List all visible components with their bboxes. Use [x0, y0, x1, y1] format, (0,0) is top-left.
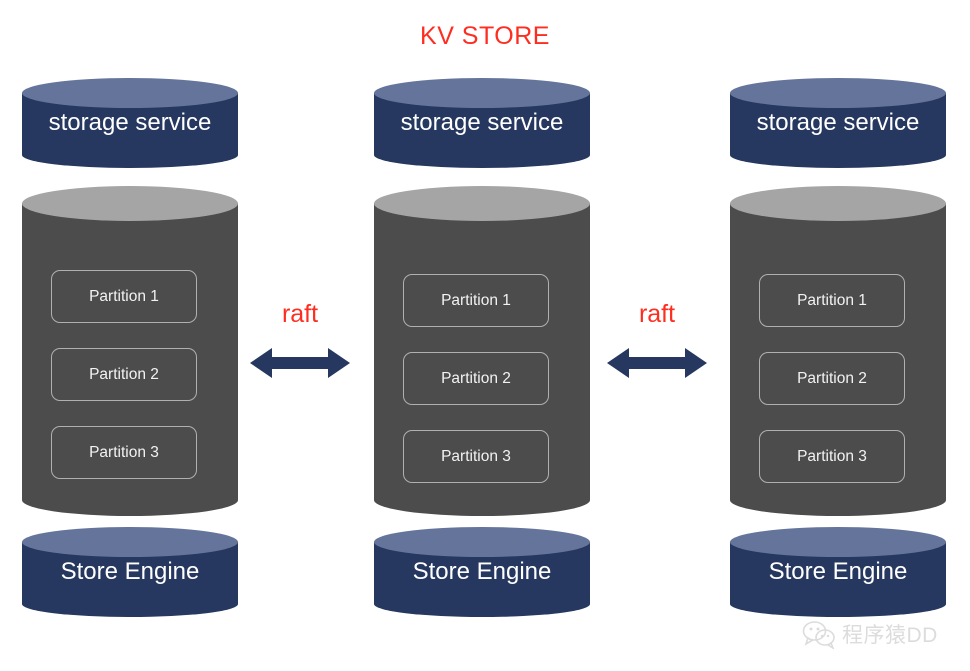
partition-list-1: Partition 1 Partition 2 Partition 3	[51, 270, 197, 479]
store-engine-label-2: Store Engine	[412, 558, 552, 585]
diagram-canvas: KV STORE storage service Partition 1 Par…	[0, 0, 970, 671]
partition-box[interactable]: Partition 2	[403, 352, 549, 405]
partition-box[interactable]: Partition 2	[759, 352, 905, 405]
store-engine-label-3: Store Engine	[768, 558, 908, 585]
storage-service-cylinder-2: storage service	[374, 78, 590, 168]
gray-cylinder-top-ellipse	[730, 186, 946, 221]
partition-box[interactable]: Partition 2	[51, 348, 197, 401]
partition-cylinder-3: Partition 1 Partition 2 Partition 3	[730, 186, 946, 516]
partition-box[interactable]: Partition 3	[51, 426, 197, 479]
store-engine-cylinder-3: Store Engine	[730, 527, 946, 617]
double-headed-arrow-icon	[607, 348, 707, 378]
partition-box[interactable]: Partition 1	[403, 274, 549, 327]
storage-service-cylinder-3: storage service	[730, 78, 946, 168]
watermark: 程序猿DD	[802, 613, 962, 655]
partition-list-3: Partition 1 Partition 2 Partition 3	[759, 274, 905, 483]
node-column-2: storage service Partition 1 Partition 2 …	[374, 0, 590, 671]
store-engine-label-1: Store Engine	[60, 558, 200, 585]
storage-service-label-2: storage service	[400, 109, 564, 136]
raft-connector-2: raft	[597, 300, 717, 390]
partition-cylinder-2: Partition 1 Partition 2 Partition 3	[374, 186, 590, 516]
watermark-text: 程序猿DD	[842, 624, 938, 647]
node-column-3: storage service Partition 1 Partition 2 …	[730, 0, 946, 671]
raft-connector-1: raft	[240, 300, 360, 390]
store-engine-cylinder-1: Store Engine	[22, 527, 238, 617]
partition-box[interactable]: Partition 1	[759, 274, 905, 327]
partition-cylinder-1: Partition 1 Partition 2 Partition 3	[22, 186, 238, 516]
storage-service-label-3: storage service	[756, 109, 920, 136]
wechat-icon	[802, 621, 835, 649]
double-headed-arrow-icon	[250, 348, 350, 378]
gray-cylinder-top-ellipse	[22, 186, 238, 221]
node-column-1: storage service Partition 1 Partition 2 …	[22, 0, 238, 671]
partition-list-2: Partition 1 Partition 2 Partition 3	[403, 274, 549, 483]
partition-box[interactable]: Partition 1	[51, 270, 197, 323]
raft-label-2: raft	[638, 300, 676, 328]
raft-label-1: raft	[281, 300, 319, 328]
partition-box[interactable]: Partition 3	[403, 430, 549, 483]
storage-service-label-1: storage service	[48, 109, 212, 136]
store-engine-cylinder-2: Store Engine	[374, 527, 590, 617]
storage-service-cylinder-1: storage service	[22, 78, 238, 168]
partition-box[interactable]: Partition 3	[759, 430, 905, 483]
gray-cylinder-top-ellipse	[374, 186, 590, 221]
